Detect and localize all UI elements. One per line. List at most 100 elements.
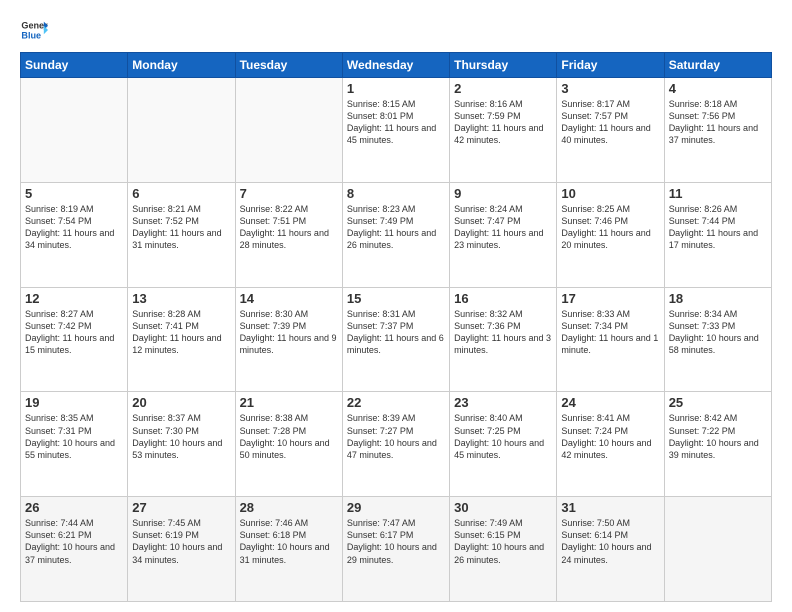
day-info-11: Sunrise: 8:26 AM Sunset: 7:44 PM Dayligh… <box>669 203 767 252</box>
day-cell-2: 2 Sunrise: 8:16 AM Sunset: 7:59 PM Daylig… <box>450 78 557 183</box>
day-cell-19: 19 Sunrise: 8:35 AM Sunset: 7:31 PM Dayli… <box>21 392 128 497</box>
day-info-21: Sunrise: 8:38 AM Sunset: 7:28 PM Dayligh… <box>240 412 338 461</box>
day-info-18: Sunrise: 8:34 AM Sunset: 7:33 PM Dayligh… <box>669 308 767 357</box>
week-row-4: 19 Sunrise: 8:35 AM Sunset: 7:31 PM Dayli… <box>21 392 772 497</box>
day-info-24: Sunrise: 8:41 AM Sunset: 7:24 PM Dayligh… <box>561 412 659 461</box>
day-info-10: Sunrise: 8:25 AM Sunset: 7:46 PM Dayligh… <box>561 203 659 252</box>
day-number-15: 15 <box>347 291 445 306</box>
day-number-24: 24 <box>561 395 659 410</box>
logo: General Blue <box>20 16 52 44</box>
weekday-header-saturday: Saturday <box>664 53 771 78</box>
day-cell-27: 27 Sunrise: 7:45 AM Sunset: 6:19 PM Dayli… <box>128 497 235 602</box>
calendar: SundayMondayTuesdayWednesdayThursdayFrid… <box>20 52 772 602</box>
day-cell-26: 26Sunrise: 7:44 AM Sunset: 6:21 PM Dayli… <box>21 497 128 602</box>
week-row-3: 12 Sunrise: 8:27 AM Sunset: 7:42 PM Dayli… <box>21 287 772 392</box>
day-number-12: 12 <box>25 291 123 306</box>
day-cell-14: 14 Sunrise: 8:30 AM Sunset: 7:39 PM Dayli… <box>235 287 342 392</box>
day-number-29: 29 <box>347 500 445 515</box>
empty-cell <box>21 78 128 183</box>
day-cell-8: 8 Sunrise: 8:23 AM Sunset: 7:49 PM Daylig… <box>342 182 449 287</box>
day-info-30: Sunrise: 7:49 AM Sunset: 6:15 PM Dayligh… <box>454 517 552 566</box>
day-info-17: Sunrise: 8:33 AM Sunset: 7:34 PM Dayligh… <box>561 308 659 357</box>
day-cell-31: 31 Sunrise: 7:50 AM Sunset: 6:14 PM Dayli… <box>557 497 664 602</box>
day-cell-10: 10Sunrise: 8:25 AM Sunset: 7:46 PM Dayli… <box>557 182 664 287</box>
day-cell-9: 9 Sunrise: 8:24 AM Sunset: 7:47 PM Daylig… <box>450 182 557 287</box>
weekday-header-monday: Monday <box>128 53 235 78</box>
day-number-5: 5 <box>25 186 123 201</box>
day-info-26: Sunrise: 7:44 AM Sunset: 6:21 PM Dayligh… <box>25 517 123 566</box>
weekday-header-wednesday: Wednesday <box>342 53 449 78</box>
day-info-16: Sunrise: 8:32 AM Sunset: 7:36 PM Dayligh… <box>454 308 552 357</box>
day-number-30: 30 <box>454 500 552 515</box>
logo-icon: General Blue <box>20 16 48 44</box>
day-number-8: 8 <box>347 186 445 201</box>
day-cell-25: 25Sunrise: 8:42 AM Sunset: 7:22 PM Dayli… <box>664 392 771 497</box>
day-number-2: 2 <box>454 81 552 96</box>
day-cell-30: 30 Sunrise: 7:49 AM Sunset: 6:15 PM Dayli… <box>450 497 557 602</box>
day-number-22: 22 <box>347 395 445 410</box>
day-number-21: 21 <box>240 395 338 410</box>
day-info-5: Sunrise: 8:19 AM Sunset: 7:54 PM Dayligh… <box>25 203 123 252</box>
day-info-12: Sunrise: 8:27 AM Sunset: 7:42 PM Dayligh… <box>25 308 123 357</box>
day-cell-20: 20 Sunrise: 8:37 AM Sunset: 7:30 PM Dayli… <box>128 392 235 497</box>
day-number-20: 20 <box>132 395 230 410</box>
day-cell-22: 22 Sunrise: 8:39 AM Sunset: 7:27 PM Dayli… <box>342 392 449 497</box>
day-number-18: 18 <box>669 291 767 306</box>
day-number-17: 17 <box>561 291 659 306</box>
day-cell-4: 4 Sunrise: 8:18 AM Sunset: 7:56 PM Daylig… <box>664 78 771 183</box>
day-cell-23: 23 Sunrise: 8:40 AM Sunset: 7:25 PM Dayli… <box>450 392 557 497</box>
day-number-31: 31 <box>561 500 659 515</box>
day-info-1: Sunrise: 8:15 AM Sunset: 8:01 PM Dayligh… <box>347 98 445 147</box>
day-number-4: 4 <box>669 81 767 96</box>
day-info-22: Sunrise: 8:39 AM Sunset: 7:27 PM Dayligh… <box>347 412 445 461</box>
header: General Blue <box>20 16 772 44</box>
day-info-4: Sunrise: 8:18 AM Sunset: 7:56 PM Dayligh… <box>669 98 767 147</box>
weekday-header-sunday: Sunday <box>21 53 128 78</box>
day-info-2: Sunrise: 8:16 AM Sunset: 7:59 PM Dayligh… <box>454 98 552 147</box>
day-number-14: 14 <box>240 291 338 306</box>
day-info-23: Sunrise: 8:40 AM Sunset: 7:25 PM Dayligh… <box>454 412 552 461</box>
day-number-25: 25 <box>669 395 767 410</box>
day-info-29: Sunrise: 7:47 AM Sunset: 6:17 PM Dayligh… <box>347 517 445 566</box>
day-cell-7: 7Sunrise: 8:22 AM Sunset: 7:51 PM Daylig… <box>235 182 342 287</box>
day-cell-12: 12 Sunrise: 8:27 AM Sunset: 7:42 PM Dayli… <box>21 287 128 392</box>
day-cell-6: 6 Sunrise: 8:21 AM Sunset: 7:52 PM Daylig… <box>128 182 235 287</box>
day-info-14: Sunrise: 8:30 AM Sunset: 7:39 PM Dayligh… <box>240 308 338 357</box>
week-row-5: 26Sunrise: 7:44 AM Sunset: 6:21 PM Dayli… <box>21 497 772 602</box>
day-info-9: Sunrise: 8:24 AM Sunset: 7:47 PM Dayligh… <box>454 203 552 252</box>
calendar-body: 1 Sunrise: 8:15 AM Sunset: 8:01 PM Daylig… <box>21 78 772 602</box>
day-cell-13: 13 Sunrise: 8:28 AM Sunset: 7:41 PM Dayli… <box>128 287 235 392</box>
day-info-19: Sunrise: 8:35 AM Sunset: 7:31 PM Dayligh… <box>25 412 123 461</box>
day-info-20: Sunrise: 8:37 AM Sunset: 7:30 PM Dayligh… <box>132 412 230 461</box>
week-row-2: 5 Sunrise: 8:19 AM Sunset: 7:54 PM Daylig… <box>21 182 772 287</box>
day-info-13: Sunrise: 8:28 AM Sunset: 7:41 PM Dayligh… <box>132 308 230 357</box>
day-cell-5: 5 Sunrise: 8:19 AM Sunset: 7:54 PM Daylig… <box>21 182 128 287</box>
weekday-header-friday: Friday <box>557 53 664 78</box>
day-info-7: Sunrise: 8:22 AM Sunset: 7:51 PM Dayligh… <box>240 203 338 252</box>
day-info-27: Sunrise: 7:45 AM Sunset: 6:19 PM Dayligh… <box>132 517 230 566</box>
day-cell-29: 29 Sunrise: 7:47 AM Sunset: 6:17 PM Dayli… <box>342 497 449 602</box>
day-cell-3: 3Sunrise: 8:17 AM Sunset: 7:57 PM Daylig… <box>557 78 664 183</box>
day-cell-11: 11Sunrise: 8:26 AM Sunset: 7:44 PM Dayli… <box>664 182 771 287</box>
page: General Blue SundayMondayTuesdayWednesda… <box>0 0 792 612</box>
day-number-13: 13 <box>132 291 230 306</box>
day-number-16: 16 <box>454 291 552 306</box>
empty-cell <box>235 78 342 183</box>
day-info-31: Sunrise: 7:50 AM Sunset: 6:14 PM Dayligh… <box>561 517 659 566</box>
day-info-8: Sunrise: 8:23 AM Sunset: 7:49 PM Dayligh… <box>347 203 445 252</box>
day-number-1: 1 <box>347 81 445 96</box>
day-number-9: 9 <box>454 186 552 201</box>
empty-cell <box>128 78 235 183</box>
day-number-28: 28 <box>240 500 338 515</box>
day-cell-18: 18 Sunrise: 8:34 AM Sunset: 7:33 PM Dayli… <box>664 287 771 392</box>
day-cell-21: 21 Sunrise: 8:38 AM Sunset: 7:28 PM Dayli… <box>235 392 342 497</box>
day-number-19: 19 <box>25 395 123 410</box>
day-number-6: 6 <box>132 186 230 201</box>
day-number-27: 27 <box>132 500 230 515</box>
week-row-1: 1 Sunrise: 8:15 AM Sunset: 8:01 PM Daylig… <box>21 78 772 183</box>
calendar-header: SundayMondayTuesdayWednesdayThursdayFrid… <box>21 53 772 78</box>
day-cell-17: 17 Sunrise: 8:33 AM Sunset: 7:34 PM Dayli… <box>557 287 664 392</box>
day-number-23: 23 <box>454 395 552 410</box>
day-info-6: Sunrise: 8:21 AM Sunset: 7:52 PM Dayligh… <box>132 203 230 252</box>
weekday-header-tuesday: Tuesday <box>235 53 342 78</box>
